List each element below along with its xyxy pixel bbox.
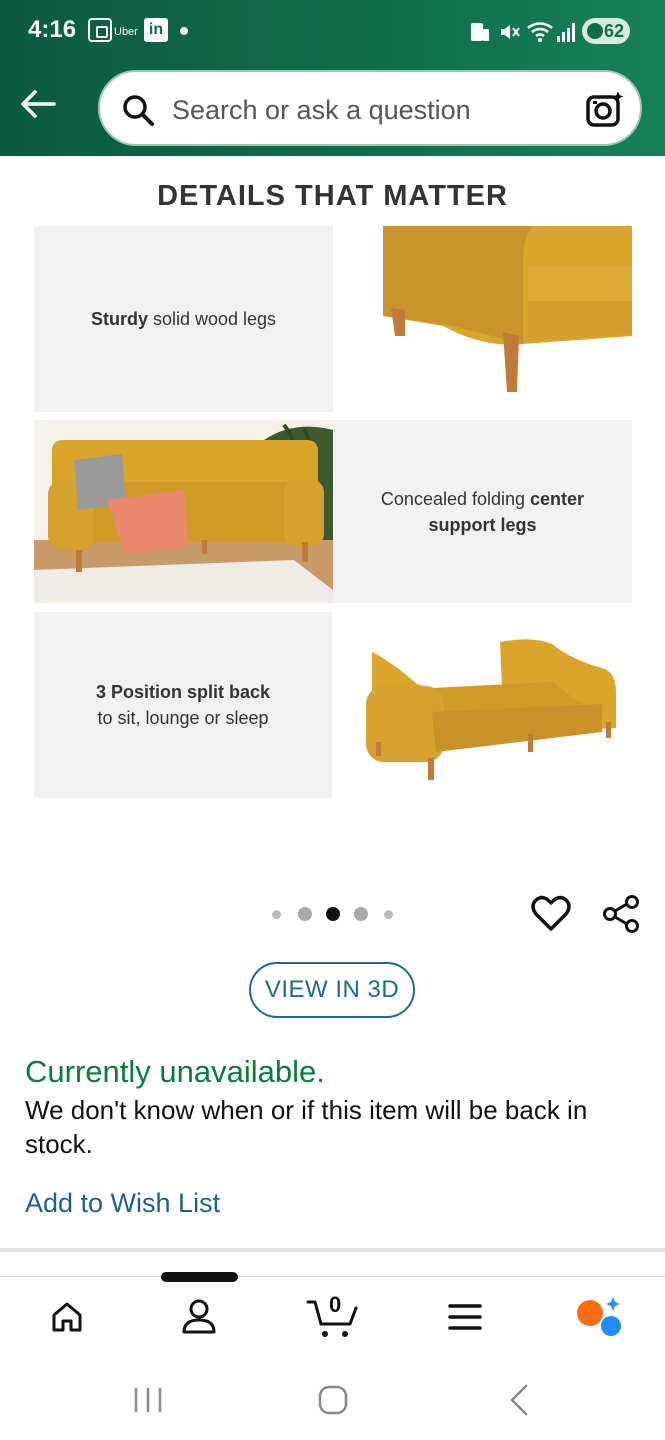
ai-assistant-icon	[577, 1297, 621, 1336]
sofa-room-image	[34, 420, 333, 603]
feature-card-legs: Sturdy solid wood legs	[34, 226, 333, 412]
battery-leaf-icon	[587, 23, 603, 39]
feature-split-text: to sit, lounge or sleep	[97, 708, 269, 728]
uber-label: Uber	[114, 26, 138, 38]
favorite-heart-icon[interactable]	[531, 894, 571, 934]
feature-support-bold2: support legs	[428, 514, 537, 535]
carousel-dot[interactable]	[384, 910, 393, 919]
uber-notification-icon	[88, 18, 112, 42]
account-icon	[182, 1299, 216, 1334]
more-notifications-dot-icon	[180, 27, 188, 35]
feature-legs-text: solid wood legs	[147, 309, 277, 329]
app-header: 4:16 Uber in 62 Search or ask a question	[0, 0, 665, 156]
feature-support-bold1: center	[530, 488, 585, 509]
nav-cart[interactable]: 0	[304, 1292, 364, 1342]
carousel-dot-active[interactable]	[326, 907, 340, 921]
home-button-icon[interactable]	[313, 1380, 353, 1420]
nav-home[interactable]	[42, 1292, 92, 1342]
camera-search-icon[interactable]	[584, 88, 626, 130]
feature-card-split-back: 3 Position split back to sit, lounge or …	[34, 612, 332, 798]
nav-menu[interactable]	[440, 1292, 490, 1342]
back-button[interactable]	[18, 84, 58, 124]
data-saver-icon	[471, 23, 489, 41]
search-input[interactable]	[172, 90, 572, 130]
menu-icon	[448, 1304, 482, 1330]
feature-support-text: Concealed folding	[380, 488, 531, 509]
carousel-dot[interactable]	[354, 907, 368, 921]
carousel-dot[interactable]	[272, 910, 281, 919]
status-bar: 4:16 Uber in 62	[0, 0, 665, 62]
details-title: DETAILS THAT MATTER	[157, 180, 508, 212]
home-icon	[52, 1302, 82, 1332]
availability-message: We don't know when or if this item will …	[25, 1095, 588, 1159]
cart-count: 0	[329, 1292, 342, 1317]
carousel-dot[interactable]	[298, 907, 312, 921]
sofa-leg-closeup-image	[333, 226, 632, 412]
active-tab-indicator	[161, 1272, 238, 1282]
carousel-dots	[270, 906, 400, 922]
share-icon[interactable]	[601, 894, 641, 934]
linkedin-notification-icon: in	[144, 18, 168, 42]
mute-icon	[501, 25, 520, 39]
feature-card-support-legs: Concealed folding center support legs	[333, 420, 632, 603]
nav-ai-assistant[interactable]	[574, 1292, 624, 1342]
feature-split-bold: 3 Position split back	[95, 682, 271, 702]
section-divider	[0, 1248, 665, 1252]
product-page: 4:16 Uber in 62 Search or ask a question…	[0, 0, 665, 1440]
sofa-split-back-image	[332, 612, 632, 798]
feature-legs-bold: Sturdy	[90, 309, 148, 329]
signal-icon	[557, 23, 575, 42]
system-back-icon[interactable]	[500, 1380, 540, 1420]
search-bar[interactable]	[98, 70, 642, 146]
battery-level: 62	[603, 20, 624, 41]
add-to-wish-list-link[interactable]: Add to Wish List	[25, 1188, 220, 1219]
back-arrow-icon	[21, 90, 56, 118]
search-icon	[123, 95, 154, 126]
battery-indicator: 62	[582, 18, 630, 44]
status-time: 4:16	[28, 16, 77, 43]
nav-account[interactable]	[174, 1292, 224, 1342]
availability-status: Currently unavailable.	[25, 1054, 325, 1089]
recent-apps-icon[interactable]	[128, 1380, 168, 1420]
wifi-icon	[527, 22, 553, 42]
view-in-3d-button[interactable]: VIEW IN 3D	[249, 962, 415, 1018]
